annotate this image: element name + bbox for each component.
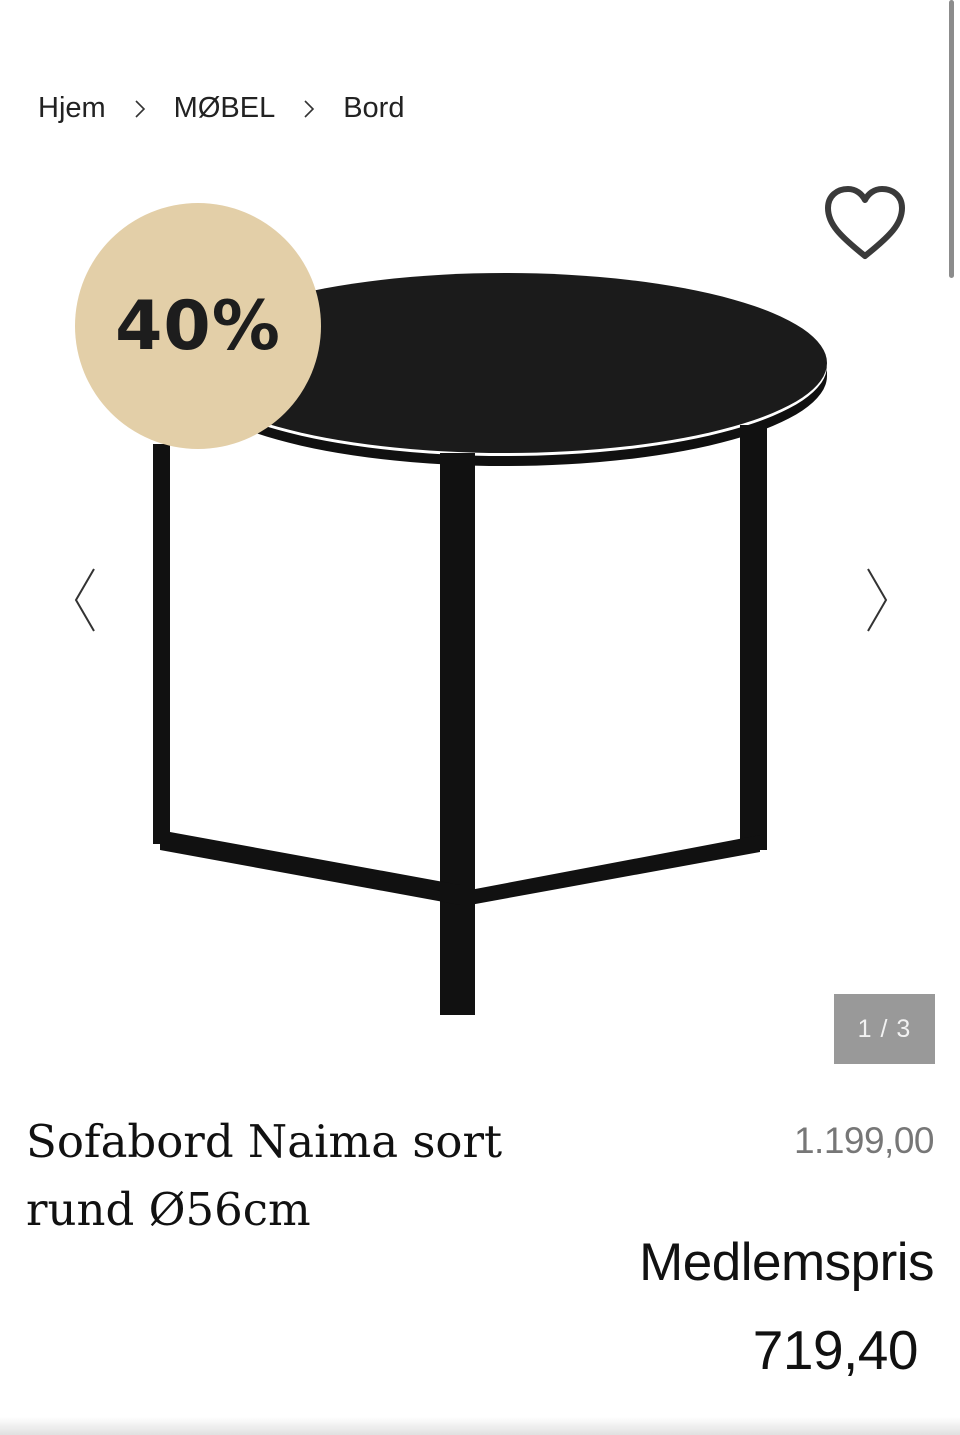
breadcrumb: Hjem MØBEL Bord bbox=[38, 88, 404, 128]
chevron-right-small-icon bbox=[275, 92, 343, 125]
chevron-right-small-icon bbox=[106, 92, 174, 125]
product-title: Sofabord Naima sort rund Ø56cm bbox=[26, 1115, 503, 1236]
breadcrumb-item-bord[interactable]: Bord bbox=[343, 92, 404, 125]
bottom-bar-shadow bbox=[0, 1417, 960, 1435]
chevron-left-icon[interactable] bbox=[66, 565, 106, 635]
breadcrumb-item-mobel[interactable]: MØBEL bbox=[174, 92, 276, 125]
breadcrumb-item-home[interactable]: Hjem bbox=[38, 92, 106, 125]
old-price: 1.199,00 bbox=[793, 1120, 935, 1161]
heart-icon[interactable] bbox=[820, 184, 910, 264]
product-gallery: 40% 1 / 3 bbox=[0, 170, 960, 1070]
member-price: 719,40 bbox=[752, 1319, 919, 1381]
discount-badge: 40% bbox=[75, 203, 321, 449]
chevron-right-icon[interactable] bbox=[856, 565, 896, 635]
image-counter: 1 / 3 bbox=[834, 994, 935, 1064]
member-price-label: Medlemspris bbox=[639, 1233, 934, 1292]
